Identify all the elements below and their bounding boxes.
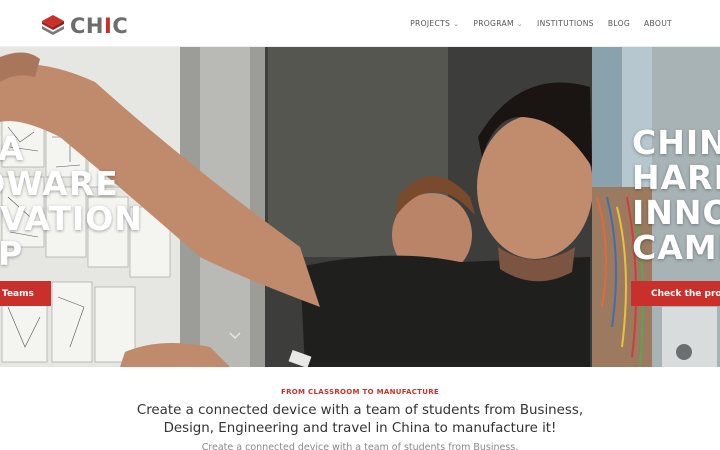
intro-headline: Create a connected device with a team of… [136, 403, 584, 436]
hero-slider[interactable]: A DWARE OVATION P Teams [0, 47, 720, 367]
check-the-projects-button[interactable]: Check the pro [631, 281, 720, 306]
main-nav: PROJECTS ⌄ PROGRAM ⌄ INSTITUTIONS BLOG ABO… [396, 0, 672, 47]
scroll-down-chevron-icon[interactable] [228, 329, 242, 343]
hero-slide-current: A DWARE OVATION P Teams [0, 47, 592, 367]
logo-wordmark: CHIC [70, 14, 129, 38]
teams-button[interactable]: Teams [0, 281, 51, 306]
chic-cube-logo-icon [42, 15, 64, 35]
nav-item-program[interactable]: PROGRAM ⌄ [473, 19, 523, 28]
nav-item-blog[interactable]: BLOG [608, 19, 630, 28]
intro-section: FROM CLASSROOM TO MANUFACTURE Create a c… [0, 367, 720, 450]
site-header: CHIC PROJECTS ⌄ PROGRAM ⌄ INSTITUTIONS BLO… [0, 0, 720, 47]
nav-item-about[interactable]: ABOUT [644, 19, 672, 28]
intro-eyebrow: FROM CLASSROOM TO MANUFACTURE [281, 388, 439, 396]
hero-slide-right-title: CHIN HARD INNO CAMI [632, 123, 720, 267]
chevron-down-icon: ⌄ [453, 19, 460, 28]
nav-item-institutions[interactable]: INSTITUTIONS [537, 19, 594, 28]
chic-logo[interactable]: CHIC [41, 14, 128, 38]
intro-subline: Create a connected device with a team of… [201, 442, 519, 450]
hero-slide-left-title: A DWARE OVATION P [0, 129, 143, 273]
hero-slide-next: CHIN HARD INNO CAMI Check the pro [592, 47, 720, 367]
chevron-down-icon: ⌄ [516, 19, 524, 28]
nav-item-projects[interactable]: PROJECTS ⌄ [410, 19, 459, 28]
